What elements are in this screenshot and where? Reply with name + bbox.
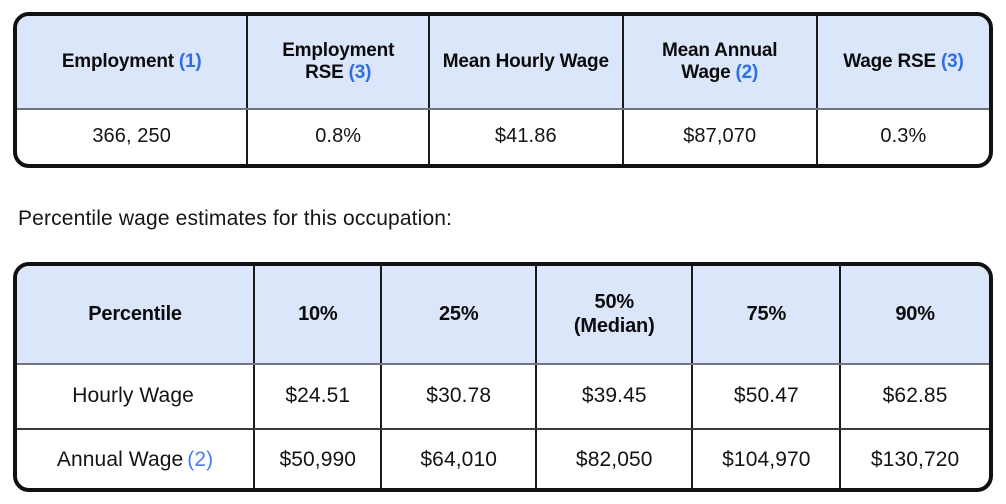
table-header-row: Employment (1) Employment RSE (3) Mean Hou… bbox=[17, 16, 989, 110]
header-label-p90: 90% bbox=[895, 302, 935, 325]
header-cell-p50-median: 50% (Median) bbox=[537, 266, 694, 363]
table-header-row: Percentile 10% 25% 50% (Median) 75% 90% bbox=[17, 266, 989, 365]
row-label-text: Hourly Wage bbox=[72, 384, 194, 408]
header-cell-p10: 10% bbox=[255, 266, 383, 363]
header-cell-employment: Employment (1) bbox=[17, 16, 249, 108]
cell-annual-p10: $50,990 bbox=[255, 430, 383, 488]
table-row: Hourly Wage $24.51 $30.78 $39.45 $50.47 … bbox=[17, 365, 989, 428]
header-cell-p90: 90% bbox=[841, 266, 989, 363]
table-row: 366, 250 0.8% $41.86 $87,070 0.3% bbox=[17, 110, 989, 164]
row-label-text: Annual Wage bbox=[56, 448, 184, 472]
header-cell-p25: 25% bbox=[382, 266, 537, 363]
cell-hourly-p50: $39.45 bbox=[537, 365, 694, 428]
header-label-p50: 50% bbox=[594, 290, 635, 313]
percentile-caption: Percentile wage estimates for this occup… bbox=[18, 207, 453, 230]
row-label-annual-wage: Annual Wage (2) bbox=[17, 430, 256, 488]
header-label-p25: 25% bbox=[439, 302, 479, 325]
header-sublabel-median: (Median) bbox=[573, 314, 655, 337]
header-cell-wage-rse: Wage RSE (3) bbox=[818, 16, 989, 108]
header-label-p75: 75% bbox=[746, 302, 787, 325]
header-cell-mean-annual-wage: Mean Annual Wage (2) bbox=[624, 16, 818, 108]
cell-mean-hourly-wage-value: $41.86 bbox=[430, 110, 624, 164]
header-label-p10: 10% bbox=[298, 302, 338, 325]
cell-annual-p90: $130,720 bbox=[870, 448, 960, 472]
cell-hourly-p10: $24.51 bbox=[255, 365, 383, 428]
footnote-marker-3a: (3) bbox=[348, 62, 372, 83]
header-label-mean-annual-wage: Mean Annual Wage bbox=[662, 39, 778, 83]
cell-hourly-p25: $30.78 bbox=[382, 365, 537, 428]
cell-mean-annual-wage-value: $87,070 bbox=[624, 110, 818, 164]
header-label-employment: Employment bbox=[61, 50, 174, 72]
header-cell-mean-hourly-wage: Mean Hourly Wage bbox=[430, 16, 624, 108]
cell-annual-p50: $82,050 bbox=[537, 430, 694, 488]
header-label-mean-hourly-wage: Mean Hourly Wage bbox=[442, 50, 609, 72]
header-label-employment-rse: Employment RSE bbox=[282, 39, 395, 83]
header-cell-employment-rse: Employment RSE (3) bbox=[248, 16, 431, 108]
header-label-wage-rse: Wage RSE bbox=[843, 50, 936, 72]
cell-employment-rse-value: 0.8% bbox=[248, 110, 431, 164]
percentile-wage-table: Percentile 10% 25% 50% (Median) 75% 90% bbox=[13, 262, 993, 492]
header-cell-p75: 75% bbox=[693, 266, 842, 363]
footnote-marker-2a: (2) bbox=[735, 62, 759, 83]
footnote-marker-3b: (3) bbox=[940, 50, 964, 72]
footnote-marker-2b: (2) bbox=[187, 448, 214, 472]
row-label-hourly-wage: Hourly Wage bbox=[17, 365, 256, 428]
employment-summary-table: Employment (1) Employment RSE (3) Mean Hou… bbox=[13, 12, 993, 168]
cell-employment-value: 366, 250 bbox=[17, 110, 249, 164]
cell-hourly-p75: $50.47 bbox=[693, 365, 842, 428]
page-root: Employment (1) Employment RSE (3) Mean Hou… bbox=[0, 0, 1006, 504]
table-row: Annual Wage (2) $50,990 $64,010 $82,050 $… bbox=[17, 428, 989, 488]
cell-hourly-p90: $62.85 bbox=[882, 384, 948, 408]
header-cell-percentile: Percentile bbox=[17, 266, 256, 363]
footnote-marker-1: (1) bbox=[178, 50, 202, 72]
cell-annual-p75: $104,970 bbox=[693, 430, 842, 488]
header-label-percentile: Percentile bbox=[88, 302, 182, 325]
cell-wage-rse-value: 0.3% bbox=[880, 125, 927, 148]
cell-annual-p25: $64,010 bbox=[382, 430, 537, 488]
